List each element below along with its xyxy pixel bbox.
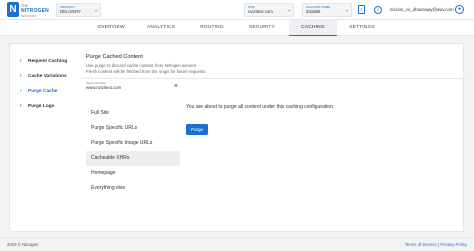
option-purge-specific-urls[interactable]: Purge Specific URLs — [86, 121, 180, 136]
avatar-icon[interactable]: ● — [455, 5, 464, 14]
close-icon[interactable]: × — [174, 83, 178, 90]
option-homepage[interactable]: Homepage — [86, 166, 180, 181]
sidebar-item-request-caching[interactable]: › Request Caching — [20, 54, 80, 69]
nitrogen-logo[interactable]: N — [7, 2, 19, 17]
product-select[interactable]: PRODUCT DELIVERY ▾ — [56, 3, 101, 17]
doc-icon[interactable]: ≡ — [358, 5, 365, 14]
main-tabs: OVERVIEW ANALYTICS ROUTING SECURITY CACH… — [0, 20, 474, 36]
page-title: Purge Cached Content — [86, 54, 143, 60]
tab-analytics[interactable]: ANALYTICS — [135, 20, 187, 36]
terms-link[interactable]: Terms of Service — [405, 242, 437, 247]
chevron-down-icon: ▾ — [287, 8, 290, 13]
chevron-right-icon: › — [20, 73, 22, 79]
sidebar-item-cache-variations[interactable]: › Cache Variations — [20, 69, 80, 84]
footer-links: Terms of Service | Privacy Policy — [405, 242, 467, 247]
brand-name: THE NITROGEN NETWORK — [21, 4, 49, 19]
option-cacheable-xhrs[interactable]: Cacheable XHRs — [86, 151, 180, 166]
brand-line-3: NETWORK — [21, 14, 37, 18]
option-everything-else[interactable]: Everything else — [86, 181, 180, 196]
sidebar-item-label: Request Caching — [28, 59, 68, 64]
page-description: Use purge to discard cache content from … — [86, 63, 286, 75]
footer-separator: | — [437, 242, 440, 247]
option-purge-specific-image-urls[interactable]: Purge Specific Image URLs — [86, 136, 180, 151]
chevron-right-icon: › — [20, 58, 22, 64]
divider — [80, 78, 465, 79]
option-full-site[interactable]: Full Site — [86, 106, 180, 121]
account-select[interactable]: ACCOUNT NAME 331886 ▾ — [302, 3, 352, 17]
privacy-link[interactable]: Privacy Policy — [440, 242, 467, 247]
chevron-down-icon: ▾ — [345, 8, 348, 13]
purge-message: You are about to purge all content under… — [186, 104, 335, 110]
tab-security[interactable]: SECURITY — [237, 20, 287, 36]
tab-settings[interactable]: SETTINGS — [337, 20, 387, 36]
sidebar-item-label: Purge Cache — [28, 89, 58, 94]
footer: 2023 © Nitrogen Terms of Service | Priva… — [0, 237, 474, 251]
sidebar-item-purge-logs[interactable]: › Purge Logs — [20, 99, 80, 114]
product-select-value: DELIVERY — [60, 9, 82, 14]
sidebar-item-label: Cache Variations — [28, 74, 67, 79]
caching-card: › Request Caching › Cache Variations › P… — [9, 43, 465, 232]
chevron-right-icon: › — [20, 103, 22, 109]
purge-options-list: Full Site Purge Specific URLs Purge Spec… — [86, 106, 180, 196]
site-select-value: nvizitest.com — [248, 9, 273, 14]
user-email[interactable]: nvizion_vo_dhananjay@aviv.com — [390, 7, 454, 12]
account-select-value: 331886 — [306, 9, 321, 14]
sidebar-item-purge-cache[interactable]: › Purge Cache — [20, 84, 80, 99]
copyright: 2023 © Nitrogen — [7, 242, 39, 247]
domain-select-value: www.nvizitest.com — [86, 85, 122, 90]
chevron-right-icon: › — [20, 88, 22, 94]
domain-select[interactable]: Select Domain www.nvizitest.com × — [86, 81, 178, 93]
top-header: N THE NITROGEN NETWORK PRODUCT DELIVERY … — [0, 0, 474, 20]
site-select[interactable]: SITE nvizitest.com ▾ — [244, 3, 294, 17]
info-icon[interactable]: i — [374, 6, 382, 14]
caching-sidebar: › Request Caching › Cache Variations › P… — [20, 54, 80, 114]
purge-button[interactable]: Purge — [186, 124, 208, 135]
chevron-down-icon: ▾ — [94, 8, 97, 13]
tab-overview[interactable]: OVERVIEW — [87, 20, 135, 36]
tab-caching[interactable]: CACHING — [289, 20, 337, 36]
sidebar-item-label: Purge Logs — [28, 104, 55, 109]
description-line-2: Fresh content will be fetched from the o… — [86, 69, 207, 74]
tab-routing[interactable]: ROUTING — [187, 20, 237, 36]
